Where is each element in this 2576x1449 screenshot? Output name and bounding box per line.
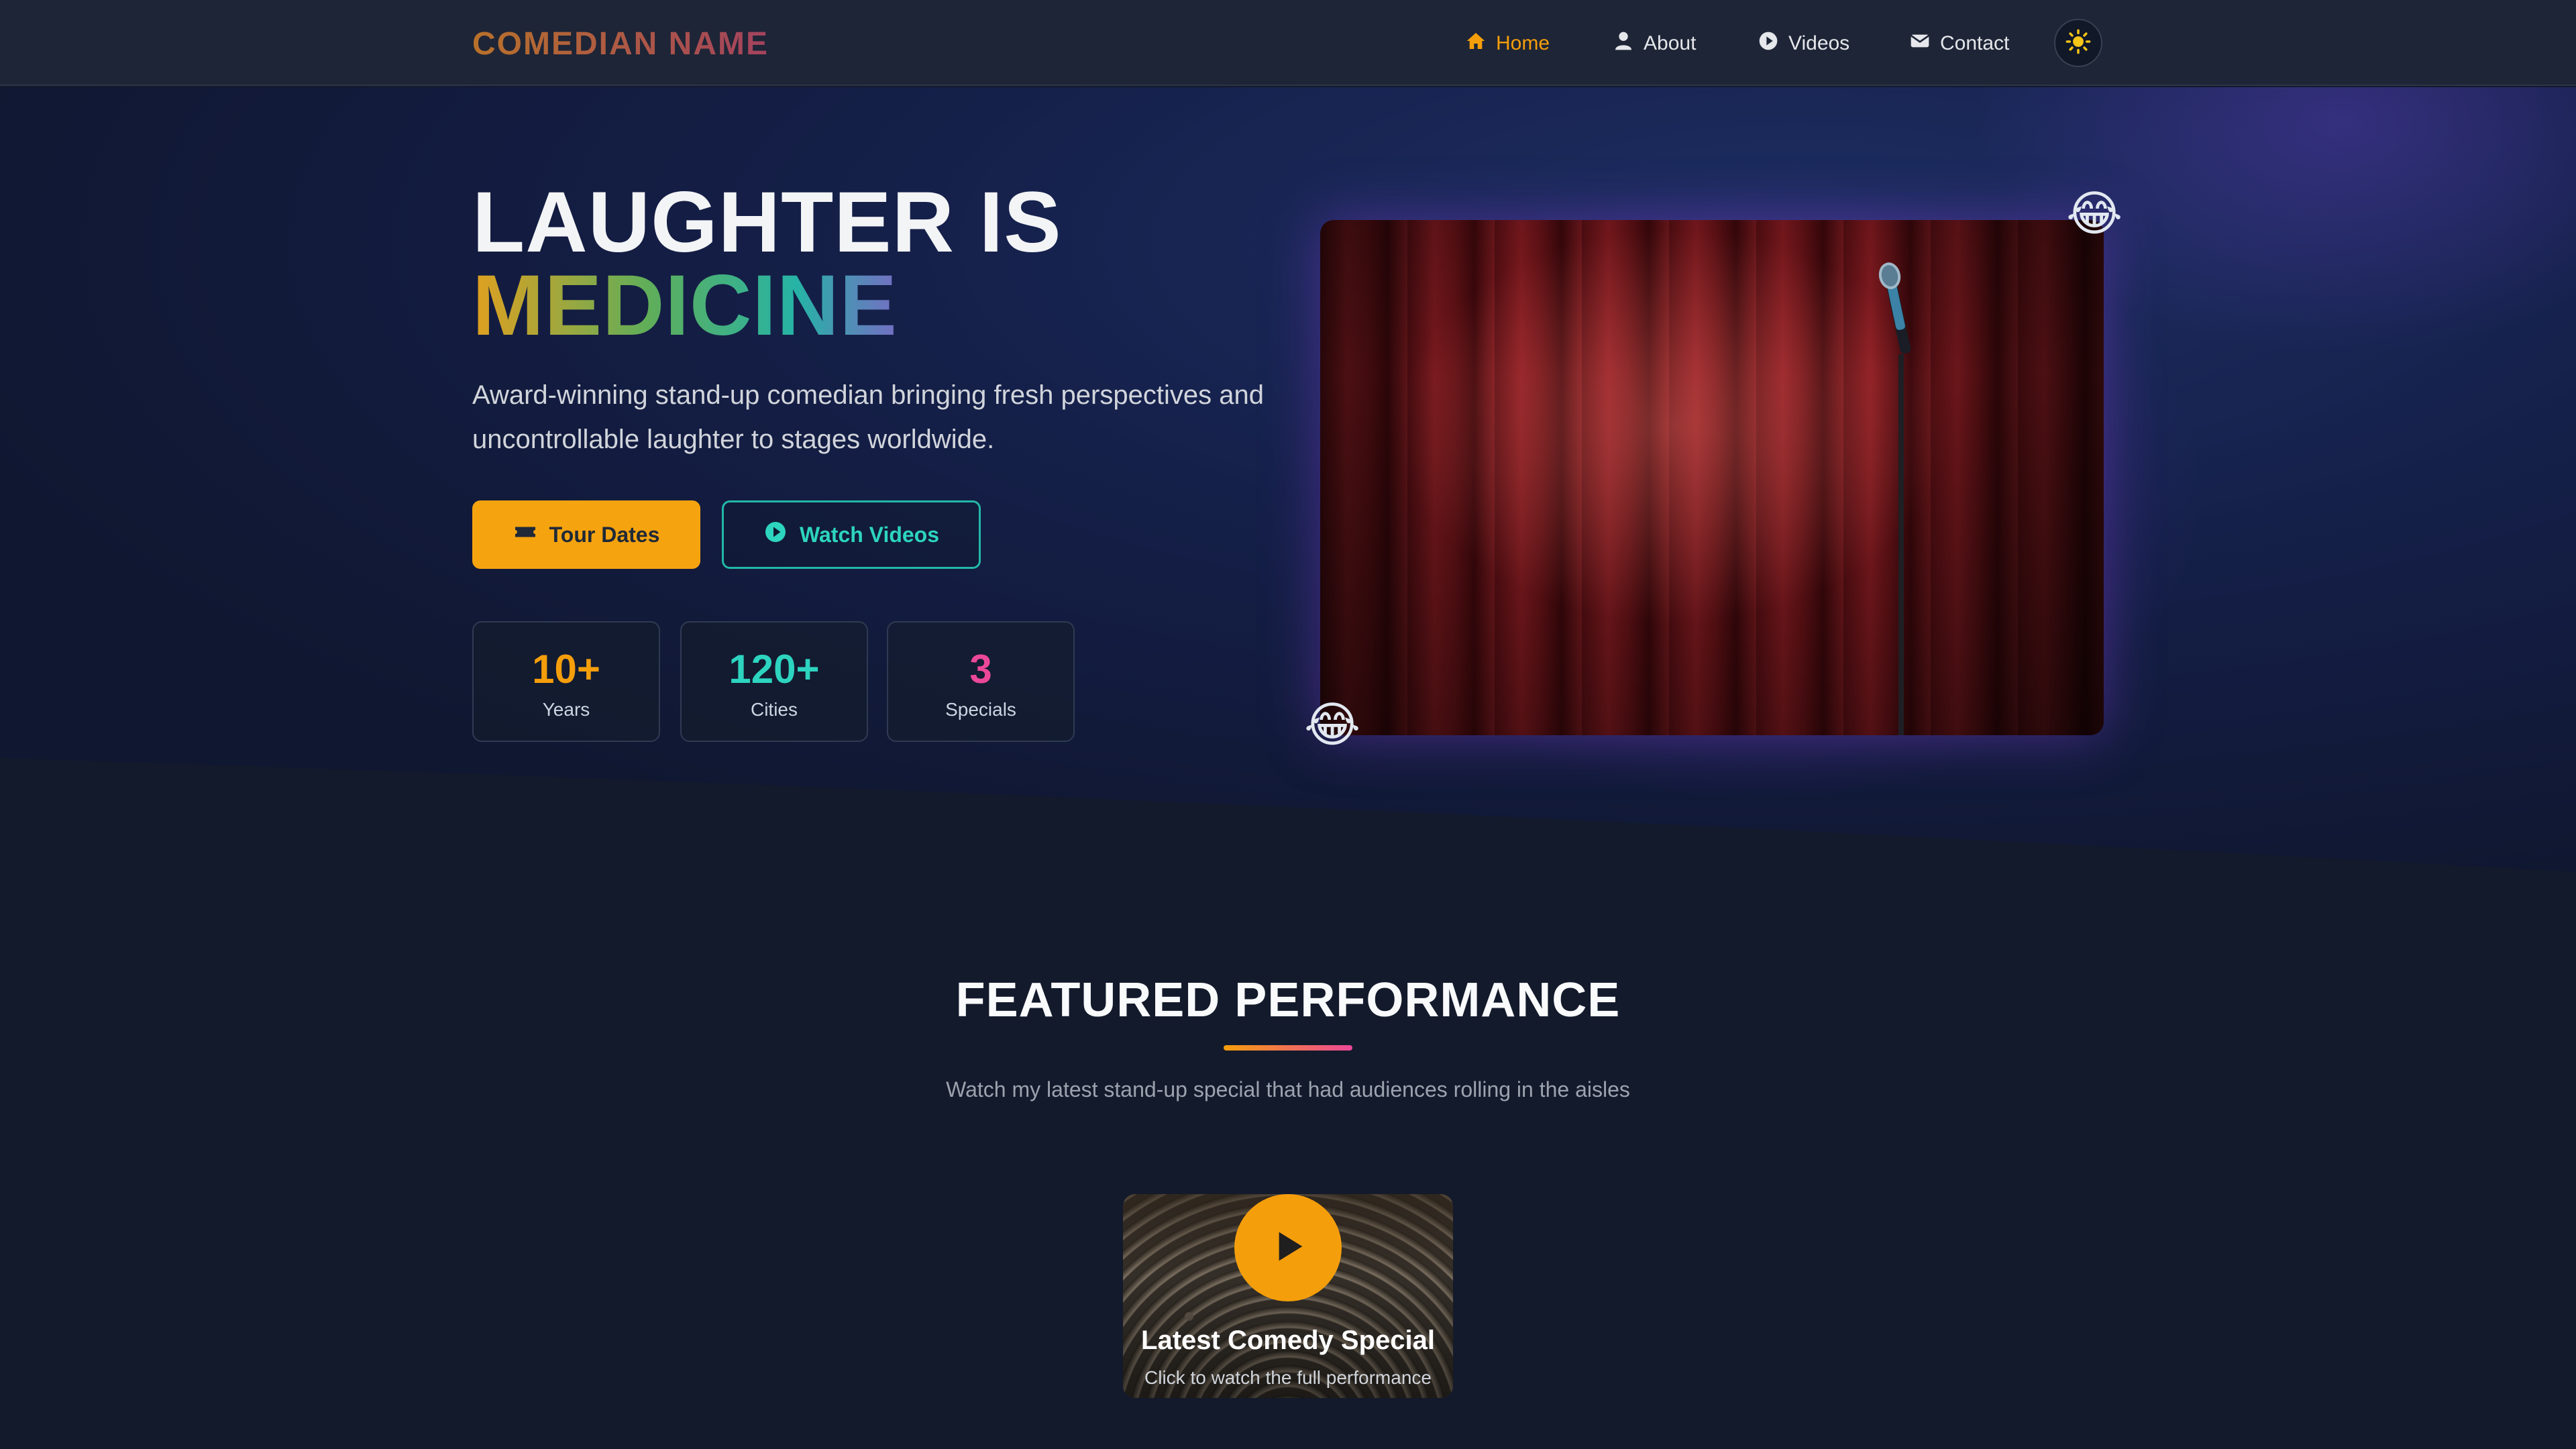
title-underline-divider [1224,1045,1352,1051]
tour-dates-label: Tour Dates [549,522,660,547]
mic-stand [1898,354,1904,735]
featured-video-card[interactable]: Latest Comedy Special Click to watch the… [1123,1194,1453,1398]
nav-item-contact[interactable]: Contact [1909,27,2009,60]
play-button[interactable] [1234,1194,1342,1301]
stat-card-years: 10+ Years [472,621,660,742]
stat-label: Years [542,699,590,720]
nav-item-label: Contact [1940,32,2010,54]
laughing-emoji-icon: 😂 [1304,696,1361,753]
play-circle-icon [763,520,788,549]
stat-value: 10+ [532,647,600,692]
stat-label: Specials [945,699,1016,720]
nav-item-label: Videos [1788,32,1850,54]
stat-value: 3 [969,647,992,692]
stat-card-cities: 120+ Cities [680,621,868,742]
nav-item-about[interactable]: About [1613,27,1696,60]
stage-curtain-image [1320,220,2104,735]
video-title: Latest Comedy Special [1141,1326,1435,1355]
video-caption: Click to watch the full performance [1144,1367,1432,1388]
watch-videos-button[interactable]: Watch Videos [722,500,981,569]
watch-videos-label: Watch Videos [799,522,940,547]
hero-subtitle: Award-winning stand-up comedian bringing… [472,380,1264,454]
microphone-icon [1874,258,1921,362]
envelope-icon [1909,30,1931,57]
play-circle-icon [1758,30,1779,57]
featured-section-subtitle: Watch my latest stand-up special that ha… [946,1077,1630,1102]
nav-item-label: About [1644,32,1697,54]
sun-icon [2065,29,2091,57]
laughing-emoji-icon: 😂 [2066,185,2123,241]
theme-toggle-button[interactable] [2054,19,2102,67]
hero-title-line2: MEDICINE [472,263,1062,349]
nav-item-label: Home [1496,32,1550,54]
tour-dates-button[interactable]: Tour Dates [472,500,700,569]
play-icon [1267,1225,1309,1271]
ticket-icon [513,520,537,549]
home-icon [1465,30,1487,57]
featured-section-title: FEATURED PERFORMANCE [955,973,1621,1027]
nav-item-home[interactable]: Home [1465,27,1550,60]
top-navbar: COMEDIAN NAME Home About Videos Contact [0,0,2576,86]
stat-value: 120+ [729,647,820,692]
hero-title-line1: LAUGHTER IS [472,174,1062,270]
user-icon [1613,30,1634,57]
stat-label: Cities [750,699,798,720]
nav-links: Home About Videos Contact [0,27,2576,60]
nav-item-videos[interactable]: Videos [1758,27,1849,60]
hero-title: LAUGHTER IS MEDICINE [472,180,1062,349]
stat-card-specials: 3 Specials [887,621,1075,742]
